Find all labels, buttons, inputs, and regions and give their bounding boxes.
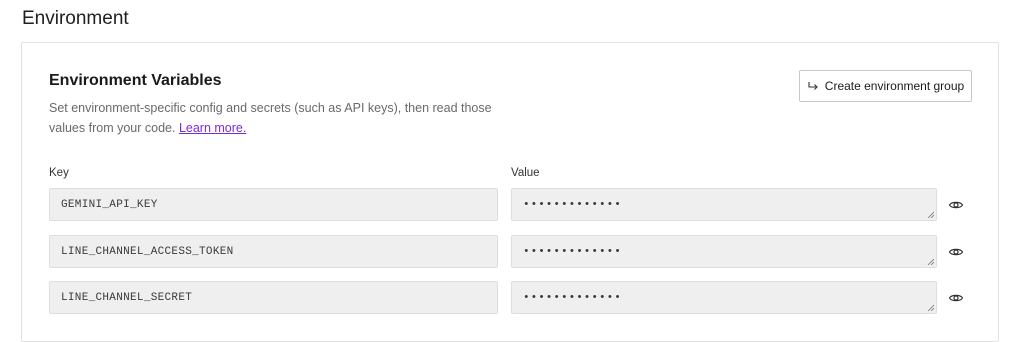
resize-handle-icon[interactable] [927, 211, 934, 218]
eye-icon[interactable] [948, 244, 964, 260]
eye-icon[interactable] [948, 197, 964, 213]
env-var-row: LINE_CHANNEL_ACCESS_TOKEN ••••••••••••• [49, 235, 979, 269]
learn-more-link[interactable]: Learn more. [179, 121, 246, 135]
resize-handle-icon[interactable] [927, 304, 934, 311]
create-button-label: Create environment group [824, 79, 965, 93]
env-key-input[interactable]: LINE_CHANNEL_SECRET [49, 281, 498, 314]
section-description: Set environment-specific config and secr… [49, 98, 519, 138]
resize-handle-icon[interactable] [927, 258, 934, 265]
env-key-input[interactable]: GEMINI_API_KEY [49, 188, 498, 221]
masked-value: ••••••••••••• [523, 245, 622, 258]
key-column-label: Key [49, 167, 69, 179]
env-key-input[interactable]: LINE_CHANNEL_ACCESS_TOKEN [49, 235, 498, 268]
description-text: Set environment-specific config and secr… [49, 101, 492, 135]
masked-value: ••••••••••••• [523, 198, 622, 211]
env-var-row: LINE_CHANNEL_SECRET ••••••••••••• [49, 281, 979, 315]
env-value-input[interactable]: ••••••••••••• [511, 235, 937, 268]
environment-variables-card: Environment Variables Set environment-sp… [21, 42, 999, 342]
env-var-row: GEMINI_API_KEY ••••••••••••• [49, 188, 979, 222]
masked-value: ••••••••••••• [523, 291, 622, 304]
arrow-return-icon [808, 82, 818, 90]
eye-icon[interactable] [948, 290, 964, 306]
env-value-input[interactable]: ••••••••••••• [511, 281, 937, 314]
env-value-input[interactable]: ••••••••••••• [511, 188, 937, 221]
value-column-label: Value [511, 167, 540, 179]
create-environment-group-button[interactable]: Create environment group [799, 70, 972, 102]
page-title: Environment [22, 8, 129, 29]
section-title: Environment Variables [49, 72, 222, 89]
